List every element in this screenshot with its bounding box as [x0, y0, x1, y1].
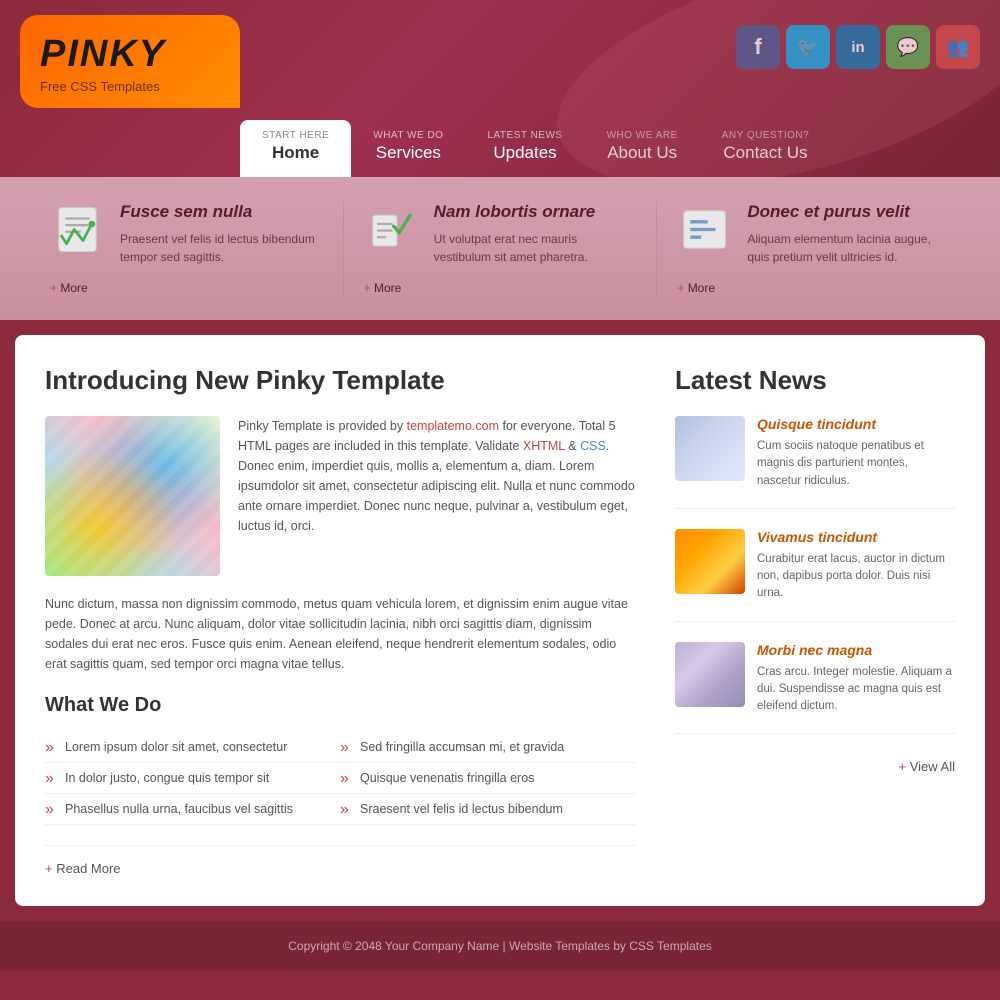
nav-services[interactable]: WHAT WE DO Services	[351, 120, 465, 177]
feature-1-icon	[50, 202, 105, 257]
feature-3-text: Donec et purus velit Aliquam elementum l…	[747, 202, 950, 266]
news-title-2[interactable]: Vivamus tincidunt	[757, 529, 955, 545]
intro-section: Pinky Template is provided by templatemo…	[45, 416, 635, 576]
news-thumb-3	[675, 642, 745, 707]
wwd-list: Lorem ipsum dolor sit amet, consectetur …	[45, 732, 635, 825]
news-thumb-1	[675, 416, 745, 481]
feature-3-icon	[677, 202, 732, 257]
feature-2-body: Ut volutpat erat nec mauris vestibulum s…	[434, 230, 637, 266]
header-top: PINKY Free CSS Templates f 🐦 in 💬 👥	[20, 15, 980, 108]
news-title-3[interactable]: Morbi nec magna	[757, 642, 955, 658]
news-text-1: Quisque tincidunt Cum sociis natoque pen…	[757, 416, 955, 490]
feature-1-title: Fusce sem nulla	[120, 202, 323, 222]
feature-1: Fusce sem nulla Praesent vel felis id le…	[30, 202, 344, 295]
amp-text: &	[565, 439, 580, 453]
main-left: Introducing New Pinky Template Pinky Tem…	[45, 365, 635, 876]
nav-about[interactable]: WHO WE ARE About Us	[585, 120, 700, 177]
news-item-2: Vivamus tincidunt Curabitur erat lacus, …	[675, 529, 955, 622]
intro-link[interactable]: templatemo.com	[407, 419, 499, 433]
wwd-item: Phasellus nulla urna, faucibus vel sagit…	[45, 794, 340, 825]
header: PINKY Free CSS Templates f 🐦 in 💬 👥 STAR…	[0, 0, 1000, 177]
feature-1-body: Praesent vel felis id lectus bibendum te…	[120, 230, 323, 266]
news-text-2: Vivamus tincidunt Curabitur erat lacus, …	[757, 529, 955, 603]
wwd-col-2: Sed fringilla accumsan mi, et gravida Qu…	[340, 732, 635, 825]
intro-p1-end: . Donec enim, imperdiet quis, mollis a, …	[238, 439, 635, 533]
news-item-1: Quisque tincidunt Cum sociis natoque pen…	[675, 416, 955, 509]
wwd-item: Sed fringilla accumsan mi, et gravida	[340, 732, 635, 763]
feature-3-content: Donec et purus velit Aliquam elementum l…	[677, 202, 950, 266]
css-text: CSS	[580, 439, 606, 453]
main-content: Introducing New Pinky Template Pinky Tem…	[15, 335, 985, 906]
wwd-col-1: Lorem ipsum dolor sit amet, consectetur …	[45, 732, 340, 825]
news-heading: Latest News	[675, 365, 955, 396]
news-item-3: Morbi nec magna Cras arcu. Integer moles…	[675, 642, 955, 735]
intro-para2: Nunc dictum, massa non dignissim commodo…	[45, 594, 635, 674]
feature-2-icon	[364, 202, 419, 257]
facebook-icon[interactable]: f	[736, 25, 780, 69]
logo-box: PINKY Free CSS Templates	[20, 15, 240, 108]
feature-2-more[interactable]: More	[364, 281, 637, 295]
intro-before-link: Pinky Template is provided by	[238, 419, 407, 433]
logo-title: PINKY	[40, 33, 212, 76]
intro-image	[45, 416, 220, 576]
main-right: Latest News Quisque tincidunt Cum sociis…	[675, 365, 955, 876]
wwd-heading: What We Do	[45, 694, 635, 717]
logo-subtitle: Free CSS Templates	[40, 79, 212, 94]
news-body-2: Curabitur erat lacus, auctor in dictum n…	[757, 551, 955, 603]
footer-text: Copyright © 2048 Your Company Name | Web…	[288, 939, 712, 953]
news-text-3: Morbi nec magna Cras arcu. Integer moles…	[757, 642, 955, 716]
wwd-item: Lorem ipsum dolor sit amet, consectetur	[45, 732, 340, 763]
main-heading: Introducing New Pinky Template	[45, 365, 635, 396]
intro-text-block: Pinky Template is provided by templatemo…	[238, 416, 635, 576]
feature-1-content: Fusce sem nulla Praesent vel felis id le…	[50, 202, 323, 266]
news-body-3: Cras arcu. Integer molestie. Aliquam a d…	[757, 664, 955, 716]
read-more-button[interactable]: Read More	[45, 845, 635, 876]
feature-3-title: Donec et purus velit	[747, 202, 950, 222]
xhtml-text: XHTML	[523, 439, 565, 453]
feature-3-body: Aliquam elementum lacinia augue, quis pr…	[747, 230, 950, 266]
view-all-button[interactable]: View All	[675, 754, 955, 774]
twitter-icon[interactable]: 🐦	[786, 25, 830, 69]
feature-1-text: Fusce sem nulla Praesent vel felis id le…	[120, 202, 323, 266]
nav-home[interactable]: START HERE Home	[240, 120, 351, 177]
people-icon[interactable]: 👥	[936, 25, 980, 69]
feature-1-more[interactable]: More	[50, 281, 323, 295]
message-icon[interactable]: 💬	[886, 25, 930, 69]
wwd-item: Sraesent vel felis id lectus bibendum	[340, 794, 635, 825]
wwd-item: Quisque venenatis fringilla eros	[340, 763, 635, 794]
social-icons-bar: f 🐦 in 💬 👥	[736, 15, 980, 69]
what-we-do-section: What We Do Lorem ipsum dolor sit amet, c…	[45, 694, 635, 825]
footer: Copyright © 2048 Your Company Name | Web…	[0, 921, 1000, 971]
nav-updates[interactable]: LATEST NEWS Updates	[465, 120, 584, 177]
feature-3: Donec et purus velit Aliquam elementum l…	[657, 202, 970, 295]
news-thumb-2	[675, 529, 745, 594]
main-nav: START HERE Home WHAT WE DO Services LATE…	[20, 120, 980, 177]
feature-2: Nam lobortis ornare Ut volutpat erat nec…	[344, 202, 658, 295]
wwd-item: In dolor justo, congue quis tempor sit	[45, 763, 340, 794]
feature-2-text: Nam lobortis ornare Ut volutpat erat nec…	[434, 202, 637, 266]
news-title-1[interactable]: Quisque tincidunt	[757, 416, 955, 432]
nav-contact[interactable]: ANY QUESTION? Contact Us	[700, 120, 831, 177]
feature-2-content: Nam lobortis ornare Ut volutpat erat nec…	[364, 202, 637, 266]
features-strip: Fusce sem nulla Praesent vel felis id le…	[0, 177, 1000, 320]
feature-2-title: Nam lobortis ornare	[434, 202, 637, 222]
news-body-1: Cum sociis natoque penatibus et magnis d…	[757, 438, 955, 490]
linkedin-icon[interactable]: in	[836, 25, 880, 69]
feature-3-more[interactable]: More	[677, 281, 950, 295]
